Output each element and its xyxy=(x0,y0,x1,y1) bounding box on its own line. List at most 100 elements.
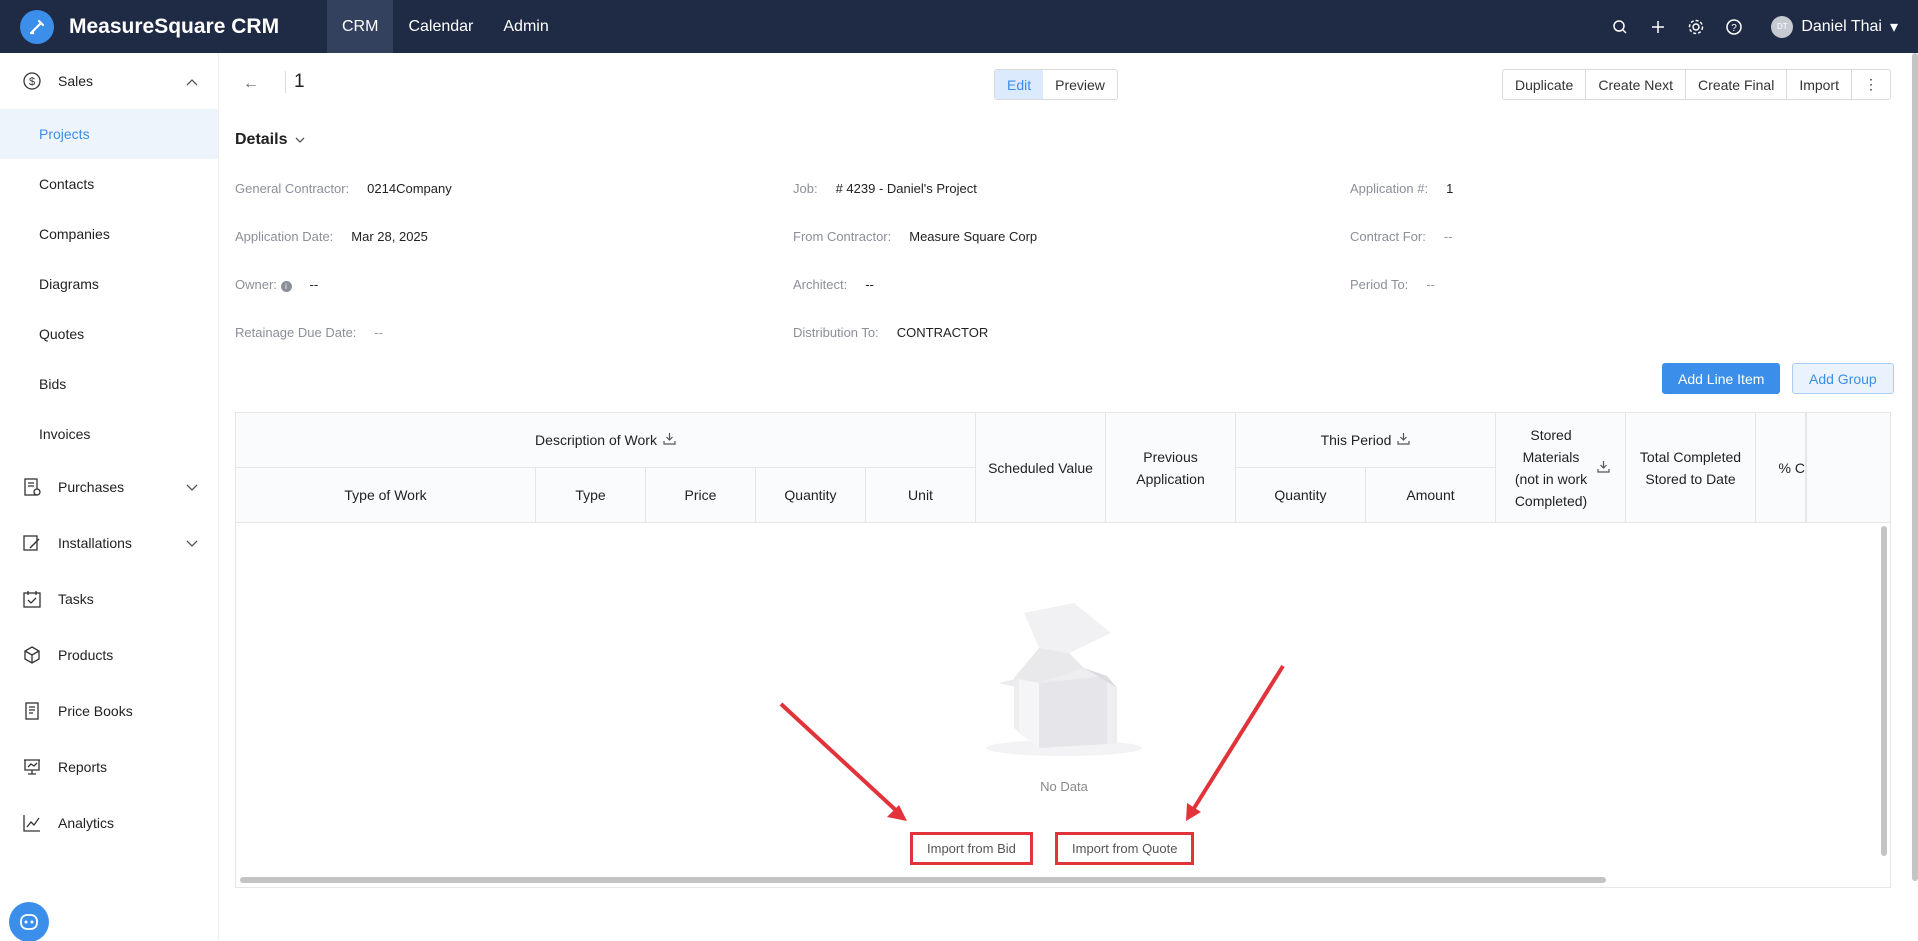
sidebar-item-label: Reports xyxy=(58,759,108,775)
field-job: Job: # 4239 - Daniel's Project xyxy=(793,181,977,196)
sidebar-group-label: Sales xyxy=(58,73,94,89)
sidebar-item-projects[interactable]: Projects xyxy=(0,109,218,159)
field-value[interactable]: 0214Company xyxy=(367,181,452,196)
create-next-button[interactable]: Create Next xyxy=(1586,70,1687,99)
sidebar-item-invoices[interactable]: Invoices xyxy=(0,409,218,459)
installations-icon xyxy=(20,531,44,555)
caret-down-icon: ▾ xyxy=(1889,18,1898,36)
sidebar-item-analytics[interactable]: Analytics xyxy=(0,795,218,851)
plus-icon[interactable] xyxy=(1649,18,1667,36)
add-group-button[interactable]: Add Group xyxy=(1792,363,1894,394)
field-application-date: Application Date: Mar 28, 2025 xyxy=(235,229,428,244)
sidebar-group-sales[interactable]: $ Sales xyxy=(0,53,218,109)
dollar-icon: $ xyxy=(20,69,44,93)
sidebar-item-tasks[interactable]: Tasks xyxy=(0,571,218,627)
field-application-number: Application #: 1 xyxy=(1350,181,1453,196)
field-value[interactable]: -- xyxy=(1426,277,1435,292)
help-icon[interactable]: ? xyxy=(1725,18,1743,36)
preview-mode-button[interactable]: Preview xyxy=(1043,70,1117,99)
field-label: Owner: i xyxy=(235,277,292,292)
sidebar-item-price-books[interactable]: Price Books xyxy=(0,683,218,739)
field-label: Architect: xyxy=(793,277,848,292)
field-value[interactable]: -- xyxy=(374,325,383,340)
column-percent: % C xyxy=(1756,413,1806,523)
nav-calendar[interactable]: Calendar xyxy=(393,0,488,53)
download-icon[interactable] xyxy=(663,429,676,451)
nav-crm[interactable]: CRM xyxy=(327,0,394,53)
purchases-icon xyxy=(20,475,44,499)
sidebar-group-purchases[interactable]: Purchases xyxy=(0,459,218,515)
field-value[interactable]: -- xyxy=(865,277,874,292)
sidebar-item-diagrams[interactable]: Diagrams xyxy=(0,259,218,309)
user-name: Daniel Thai xyxy=(1801,17,1882,35)
field-value[interactable]: CONTRACTOR xyxy=(897,325,988,340)
field-label: Retainage Due Date: xyxy=(235,325,357,340)
page-scrollbar[interactable] xyxy=(1912,53,1918,881)
more-options-button[interactable]: ⋮ xyxy=(1852,70,1890,99)
sidebar-item-contacts[interactable]: Contacts xyxy=(0,159,218,209)
import-from-bid-button[interactable]: Import from Bid xyxy=(910,832,1033,865)
duplicate-button[interactable]: Duplicate xyxy=(1503,70,1587,99)
column-type-of-work: Type of Work xyxy=(236,468,536,523)
column-unit: Unit xyxy=(866,468,976,523)
line-chart-icon xyxy=(20,811,44,835)
field-architect: Architect: -- xyxy=(793,277,874,292)
book-icon xyxy=(20,699,44,723)
app-logo[interactable]: MeasureSquare CRM xyxy=(0,0,327,53)
field-contract-for: Contract For: -- xyxy=(1350,229,1453,244)
sidebar-group-label: Installations xyxy=(58,535,132,551)
sidebar-item-reports[interactable]: Reports xyxy=(0,739,218,795)
column-price: Price xyxy=(646,468,756,523)
column-group-label: Description of Work xyxy=(535,432,657,448)
assistant-button[interactable] xyxy=(9,902,49,941)
sidebar-item-bids[interactable]: Bids xyxy=(0,359,218,409)
column-group-description-of-work: Description of Work xyxy=(236,413,976,468)
top-right-tools: ? DT Daniel Thai ▾ xyxy=(1611,0,1898,53)
sidebar-item-label: Price Books xyxy=(58,703,133,719)
sidebar-item-companies[interactable]: Companies xyxy=(0,209,218,259)
column-total-completed: Total Completed Stored to Date xyxy=(1626,413,1756,523)
field-value[interactable]: -- xyxy=(1444,229,1453,244)
import-button[interactable]: Import xyxy=(1787,70,1852,99)
download-icon[interactable] xyxy=(1397,429,1411,451)
field-from-contractor: From Contractor: Measure Square Corp xyxy=(793,229,1037,244)
assistant-icon xyxy=(20,914,38,930)
edit-mode-button[interactable]: Edit xyxy=(995,70,1044,99)
sidebar-item-label: Tasks xyxy=(58,591,94,607)
gear-icon[interactable] xyxy=(1687,18,1705,36)
field-value[interactable]: 1 xyxy=(1446,181,1453,196)
field-value[interactable]: # 4239 - Daniel's Project xyxy=(836,181,977,196)
sidebar-item-label: Analytics xyxy=(58,815,115,831)
empty-state xyxy=(236,598,1892,758)
nav-admin[interactable]: Admin xyxy=(488,0,563,53)
details-section-toggle[interactable]: Details xyxy=(235,131,305,149)
column-previous-application: Previous Application xyxy=(1106,413,1236,523)
horizontal-scrollbar[interactable] xyxy=(240,877,1606,883)
add-line-item-button[interactable]: Add Line Item xyxy=(1662,363,1781,394)
column-filler xyxy=(1806,413,1890,523)
field-value[interactable]: -- xyxy=(310,277,319,292)
field-value[interactable]: Mar 28, 2025 xyxy=(351,229,428,244)
download-icon[interactable] xyxy=(1597,457,1610,479)
create-final-button[interactable]: Create Final xyxy=(1686,70,1788,99)
logo-icon xyxy=(20,9,54,44)
page-title: 1 xyxy=(285,71,305,93)
svg-text:$: $ xyxy=(29,76,35,88)
sidebar-item-quotes[interactable]: Quotes xyxy=(0,309,218,359)
sidebar-item-products[interactable]: Products xyxy=(0,627,218,683)
field-label: From Contractor: xyxy=(793,229,892,244)
import-from-quote-button[interactable]: Import from Quote xyxy=(1055,832,1195,865)
user-menu[interactable]: DT Daniel Thai ▾ xyxy=(1771,15,1898,38)
field-value[interactable]: Measure Square Corp xyxy=(909,229,1037,244)
search-icon[interactable] xyxy=(1611,18,1629,36)
back-arrow-icon[interactable]: ← xyxy=(243,75,259,93)
avatar: DT xyxy=(1771,15,1794,38)
cube-icon xyxy=(20,643,44,667)
field-label: Contract For: xyxy=(1350,229,1426,244)
vertical-scrollbar[interactable] xyxy=(1881,526,1887,856)
sidebar-group-installations[interactable]: Installations xyxy=(0,515,218,571)
column-this-period-quantity: Quantity xyxy=(1236,468,1366,523)
field-general-contractor: General Contractor: 0214Company xyxy=(235,181,452,196)
sidebar: $ Sales Projects Contacts Companies Diag… xyxy=(0,53,219,941)
field-label: Application #: xyxy=(1350,181,1429,196)
